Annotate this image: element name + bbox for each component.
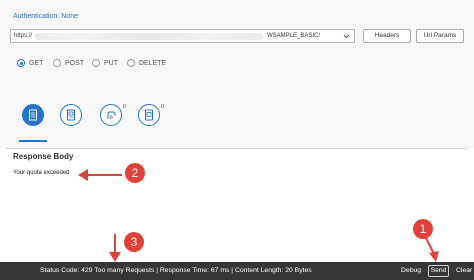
headers-button[interactable]: Headers <box>363 29 411 43</box>
response-body-title: Response Body <box>13 152 74 161</box>
document-icon <box>29 109 37 121</box>
annotation-callout-2: 2 <box>125 163 145 183</box>
active-tab-indicator <box>19 140 47 142</box>
url-prefix: https:// <box>14 33 33 39</box>
tab-response-body[interactable] <box>22 104 44 126</box>
annotation-callout-1: 1 <box>413 219 433 239</box>
method-label: POST <box>65 59 85 67</box>
annotation-callout-3: 3 <box>124 232 144 252</box>
rest-client-window: Authentication: None https:// WSAMPLE_BA… <box>0 0 474 280</box>
method-label: PUT <box>104 59 118 67</box>
clear-button[interactable]: Clear <box>456 267 472 274</box>
radio-selected-icon <box>17 59 25 67</box>
status-text: Status Code: 429 Too many Requests | Res… <box>40 267 312 274</box>
url-redacted-segment <box>35 33 263 40</box>
section-divider <box>6 148 468 149</box>
response-body-text: Your quota exceeded <box>13 170 70 176</box>
url-suffix: WSAMPLE_BASIC/ <box>267 33 321 39</box>
method-post-radio[interactable]: POST <box>53 59 84 67</box>
headers-count: 0 <box>161 104 164 110</box>
request-panel: Authentication: None https:// WSAMPLE_BA… <box>0 0 474 148</box>
tab-response-headers[interactable] <box>138 104 160 126</box>
annotation-arrow-left <box>78 169 122 181</box>
tab-request[interactable] <box>60 104 82 126</box>
debug-button[interactable]: Debug <box>401 267 421 274</box>
url-input[interactable]: https:// WSAMPLE_BASIC/ <box>10 29 355 43</box>
method-delete-radio[interactable]: DELETE <box>127 59 166 67</box>
cookie-hand-icon <box>107 111 116 120</box>
radio-icon <box>127 59 135 67</box>
radio-icon <box>53 59 61 67</box>
authentication-link[interactable]: Authentication: None <box>13 13 78 20</box>
request-doc-icon <box>67 109 75 121</box>
response-doc-icon <box>145 109 153 121</box>
method-put-radio[interactable]: PUT <box>92 59 118 67</box>
method-get-radio[interactable]: GET <box>17 59 43 67</box>
annotation-arrow-to-send <box>425 238 439 262</box>
radio-icon <box>92 59 100 67</box>
status-bar: Status Code: 429 Too many Requests | Res… <box>0 262 474 280</box>
chevron-down-icon[interactable] <box>342 31 351 41</box>
method-label: GET <box>29 59 44 67</box>
url-params-button[interactable]: Url Params <box>416 29 464 43</box>
tab-cookies[interactable] <box>100 104 122 126</box>
method-label: DELETE <box>139 59 167 67</box>
annotation-arrow-down <box>109 234 121 262</box>
cookies-count: 0 <box>123 104 126 110</box>
send-button[interactable]: Send <box>428 265 449 277</box>
